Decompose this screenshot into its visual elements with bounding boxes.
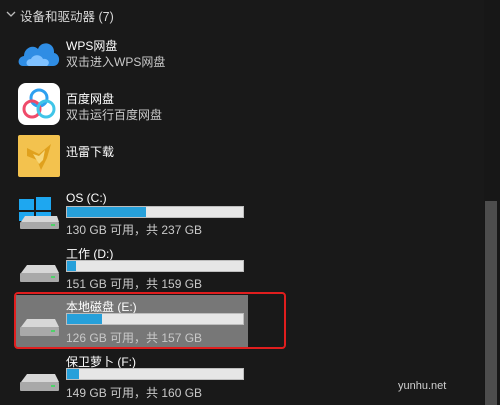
wps-cloud-icon: [18, 43, 60, 66]
xunlei-bird-icon: [18, 135, 60, 177]
group-title: 设备和驱动器 (7): [20, 10, 114, 24]
drive-usage-bar: [66, 368, 244, 380]
red-highlight-rectangle: [14, 292, 286, 349]
chevron-down-icon[interactable]: [5, 9, 17, 19]
drive-space-info: 151 GB 可用，共 159 GB: [66, 277, 203, 291]
item-name: 百度网盘: [66, 92, 115, 106]
drive-usage-bar: [66, 206, 244, 218]
drive-usage-fill: [67, 207, 147, 217]
item-subtitle: 双击运行百度网盘: [66, 108, 163, 122]
drive-f-item[interactable]: 保卫萝卜 (F:) 149 GB 可用，共 160 GB: [14, 352, 250, 400]
devices-group-header[interactable]: 设备和驱动器 (7): [0, 0, 484, 28]
drive-space-info: 130 GB 可用，共 237 GB: [66, 223, 203, 237]
item-subtitle: 双击进入WPS网盘: [66, 55, 166, 69]
drive-c-item[interactable]: OS (C:) 130 GB 可用，共 237 GB: [14, 188, 250, 237]
drive-space-info: 149 GB 可用，共 160 GB: [66, 386, 203, 400]
hard-drive-icon: [20, 374, 59, 391]
drive-usage-fill: [67, 261, 76, 271]
drive-d-item[interactable]: 工作 (D:) 151 GB 可用，共 159 GB: [14, 243, 250, 291]
drive-name: OS (C:): [66, 191, 107, 205]
watermark-text: yunhu.net: [398, 380, 447, 392]
baidu-drive-item[interactable]: 百度网盘 双击运行百度网盘: [14, 82, 250, 128]
xunlei-item[interactable]: 迅雷下载: [14, 134, 250, 180]
item-name: 迅雷下载: [66, 145, 115, 159]
wps-drive-item[interactable]: WPS网盘 双击进入WPS网盘: [14, 32, 250, 76]
baidu-netdisk-icon: [18, 83, 60, 125]
drive-usage-bar: [66, 260, 244, 272]
scrollbar-thumb[interactable]: [485, 201, 497, 405]
drive-usage-fill: [67, 369, 80, 379]
item-name: WPS网盘: [66, 39, 118, 53]
windows-drive-icon: [19, 197, 59, 229]
hard-drive-icon: [20, 265, 59, 282]
